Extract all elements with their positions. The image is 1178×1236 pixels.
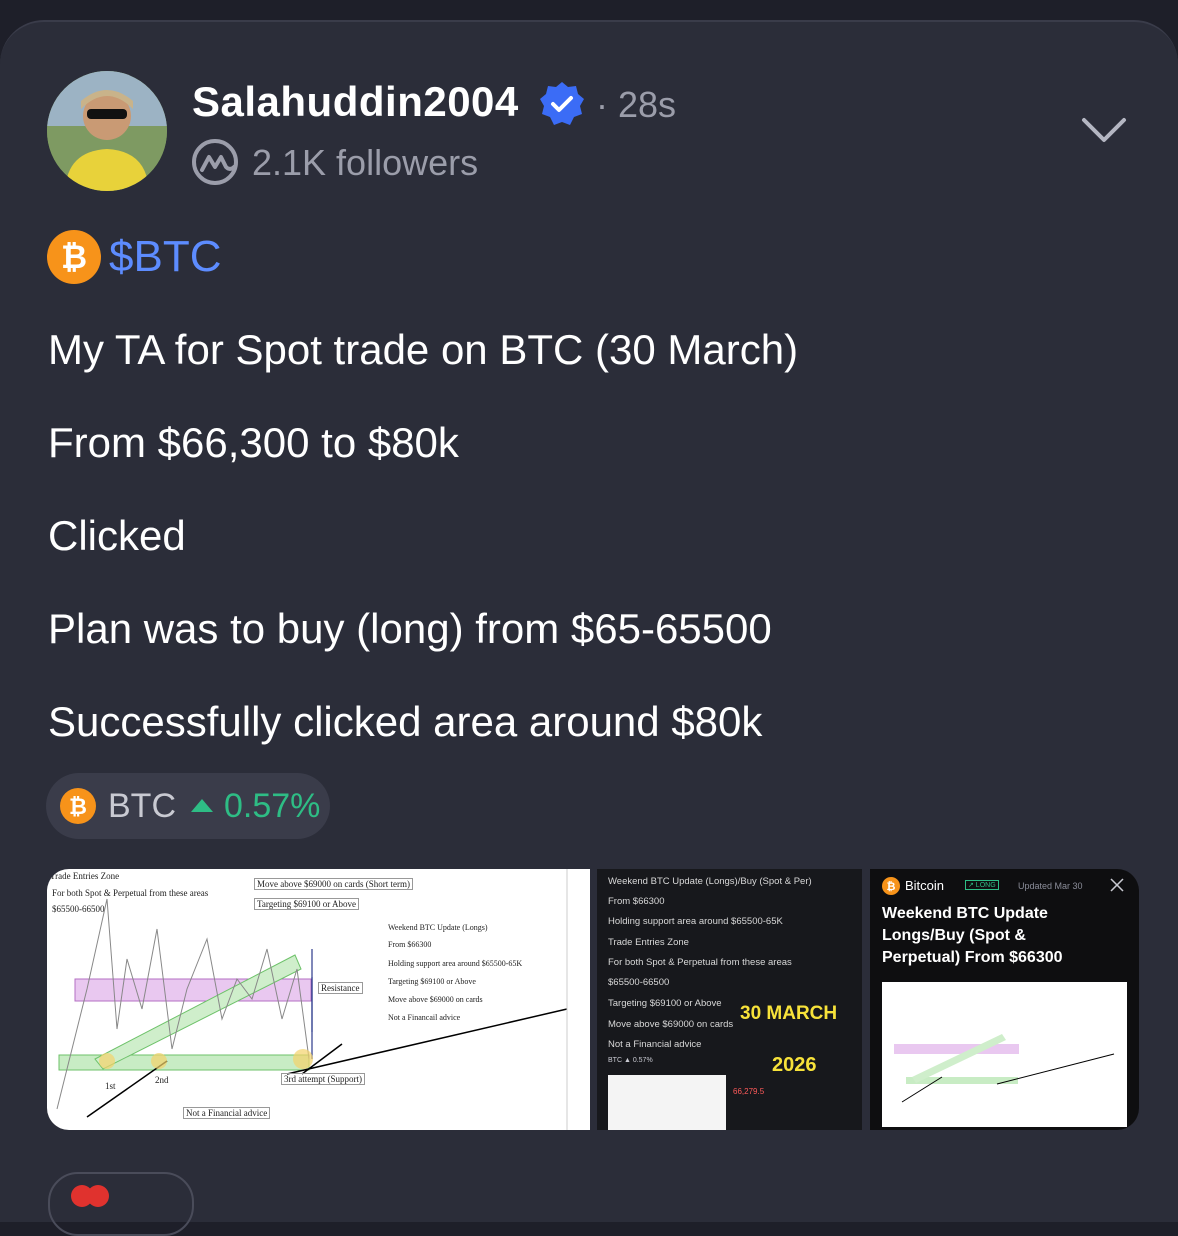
move-above-label: Move above $69000 on cards (Short term) — [254, 878, 413, 890]
zone-range: $65500-66500 — [52, 904, 105, 914]
first-label: 1st — [105, 1081, 116, 1091]
post-line-3: Clicked — [48, 512, 186, 559]
img3-title: Weekend BTC Update Longs/Buy (Spot & Per… — [882, 905, 1063, 966]
post-line-4: Plan was to buy (long) from $65-65500 — [48, 605, 772, 652]
coinmarketcap-icon — [192, 139, 238, 185]
update-line-2: From $66300 — [388, 940, 432, 949]
ticker-pill[interactable]: ₿ BTC 0.57% — [46, 773, 330, 839]
update-line-4: Targeting $69100 or Above — [388, 977, 476, 986]
second-label: 2nd — [155, 1075, 169, 1085]
ticker-symbol: BTC — [108, 787, 176, 825]
close-icon[interactable] — [1110, 878, 1124, 892]
bitcoin-icon: ₿ — [60, 788, 96, 824]
ticker-change: 0.57% — [224, 787, 321, 825]
img3-mini-chart — [882, 982, 1127, 1127]
img2-line-5: For both Spot & Perpetual from these are… — [608, 957, 792, 968]
img2-line-8: Move above $69000 on cards — [608, 1019, 734, 1030]
reaction-button[interactable] — [48, 1172, 194, 1236]
third-label: 3rd attempt (Support) — [281, 1073, 365, 1085]
post-line-2: From $66,300 to $80k — [48, 419, 459, 466]
targeting-label: Targeting $69100 or Above — [254, 898, 359, 910]
svg-text:₿: ₿ — [61, 238, 87, 276]
resistance-label: Resistance — [318, 982, 363, 994]
img2-line-2: From $66300 — [608, 896, 665, 907]
zone-title: Trade Entries Zone — [50, 871, 120, 881]
image-gallery: Trade Entries Zone For both Spot & Perpe… — [47, 869, 1139, 1130]
chevron-down-icon[interactable] — [1080, 112, 1128, 148]
update-line-1: Weekend BTC Update (Longs) — [388, 923, 488, 932]
username[interactable]: Salahuddin2004 — [192, 78, 519, 126]
img3-badge: ↗ LONG — [965, 880, 999, 890]
update-line-3: Holding support area around $65500-65K — [388, 959, 523, 968]
up-arrow-icon — [191, 799, 213, 812]
verified-badge-icon — [540, 82, 584, 125]
img2-year: 2026 — [772, 1054, 817, 1076]
img2-mini-chart — [608, 1075, 726, 1130]
update-line-6: Not a Financail advice — [388, 1013, 461, 1022]
img3-coin: Bitcoin — [905, 878, 945, 893]
img2-line-4: Trade Entries Zone — [608, 937, 689, 948]
chart-image-3[interactable]: ₿ Bitcoin ↗ LONG Updated Mar 30 Weekend … — [870, 869, 1139, 1130]
img2-line-7: Targeting $69100 or Above — [608, 998, 722, 1009]
post-line-5: Successfully clicked area around $80k — [48, 698, 763, 745]
cashtag-link[interactable]: $BTC — [109, 232, 221, 282]
chart-image-2[interactable]: Weekend BTC Update (Longs)/Buy (Spot & P… — [597, 869, 862, 1130]
heart-icon — [71, 1185, 109, 1207]
post-line-1: My TA for Spot trade on BTC (30 March) — [48, 326, 799, 373]
img2-mini-price: 66,279.5 — [733, 1087, 765, 1096]
img2-line-6: $65500-66500 — [608, 977, 670, 988]
chart-image-1[interactable]: Trade Entries Zone For both Spot & Perpe… — [47, 869, 590, 1130]
bitcoin-icon: ₿ — [47, 230, 101, 284]
avatar[interactable] — [47, 71, 167, 191]
img2-date: 30 MARCH — [740, 1003, 838, 1024]
svg-text:₿: ₿ — [887, 880, 896, 893]
img2-mini-ticker: BTC ▲ 0.57% — [608, 1057, 653, 1064]
img3-updated: Updated Mar 30 — [1018, 881, 1083, 891]
post-time: · 28s — [596, 84, 677, 125]
bitcoin-icon: ₿ — [882, 877, 900, 895]
followers-count[interactable]: 2.1K followers — [252, 142, 478, 184]
svg-text:₿: ₿ — [69, 795, 87, 820]
img2-line-9: Not a Financial advice — [608, 1039, 702, 1050]
disclaimer-label: Not a Financial advice — [183, 1107, 271, 1119]
img2-line-1: Weekend BTC Update (Longs)/Buy (Spot & P… — [608, 876, 812, 887]
img2-line-3: Holding support area around $65500-65K — [608, 916, 783, 927]
update-line-5: Move above $69000 on cards — [388, 995, 483, 1004]
zone-sub: For both Spot & Perpetual from these are… — [52, 888, 209, 898]
